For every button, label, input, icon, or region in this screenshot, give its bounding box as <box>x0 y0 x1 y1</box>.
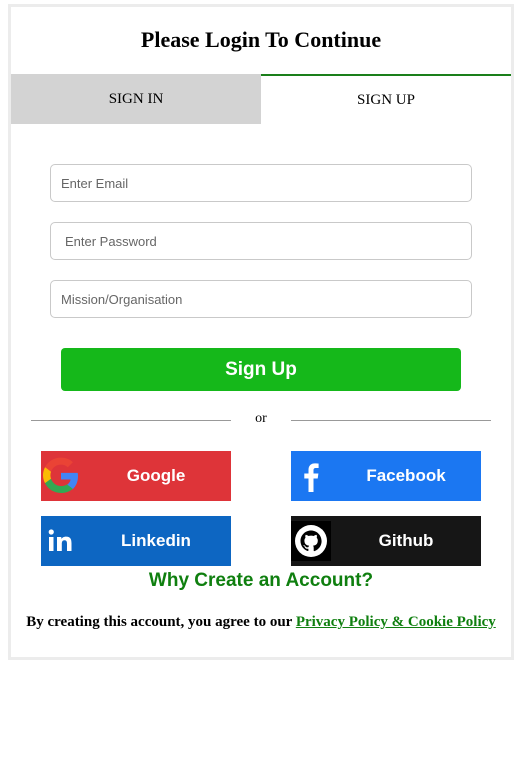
google-label: Google <box>126 466 186 485</box>
page-title: Please Login To Continue <box>140 27 382 52</box>
divider-or-text: or <box>255 411 267 426</box>
tab-sign-in[interactable]: SIGN IN <box>11 74 261 124</box>
divider-right <box>291 420 491 421</box>
tab-sign-up[interactable]: SIGN UP <box>261 74 511 124</box>
linkedin-label: Linkedin <box>121 531 191 550</box>
sign-up-button[interactable]: Sign Up <box>61 348 461 391</box>
google-login-button[interactable]: Google <box>41 451 231 501</box>
mission-input[interactable] <box>50 280 472 318</box>
divider-left <box>31 420 231 421</box>
email-input[interactable] <box>50 164 472 202</box>
github-login-button[interactable]: Github <box>291 516 481 566</box>
auth-tabs: SIGN IN SIGN UP <box>11 74 511 124</box>
github-icon <box>291 521 331 561</box>
facebook-icon <box>291 456 331 496</box>
google-icon <box>41 456 81 496</box>
linkedin-icon <box>41 521 81 561</box>
terms-prefix: By creating this account, you agree to o… <box>26 614 293 630</box>
terms-text: By creating this account, you agree to o… <box>11 614 511 631</box>
login-card: Please Login To Continue SIGN IN SIGN UP… <box>8 4 514 660</box>
facebook-label: Facebook <box>366 466 446 485</box>
github-label: Github <box>378 531 434 550</box>
facebook-login-button[interactable]: Facebook <box>291 451 481 501</box>
why-create-account-link[interactable]: Why Create an Account? <box>11 570 511 592</box>
password-input[interactable] <box>50 222 472 260</box>
privacy-policy-link[interactable]: Privacy Policy & Cookie Policy <box>296 614 496 630</box>
linkedin-login-button[interactable]: Linkedin <box>41 516 231 566</box>
